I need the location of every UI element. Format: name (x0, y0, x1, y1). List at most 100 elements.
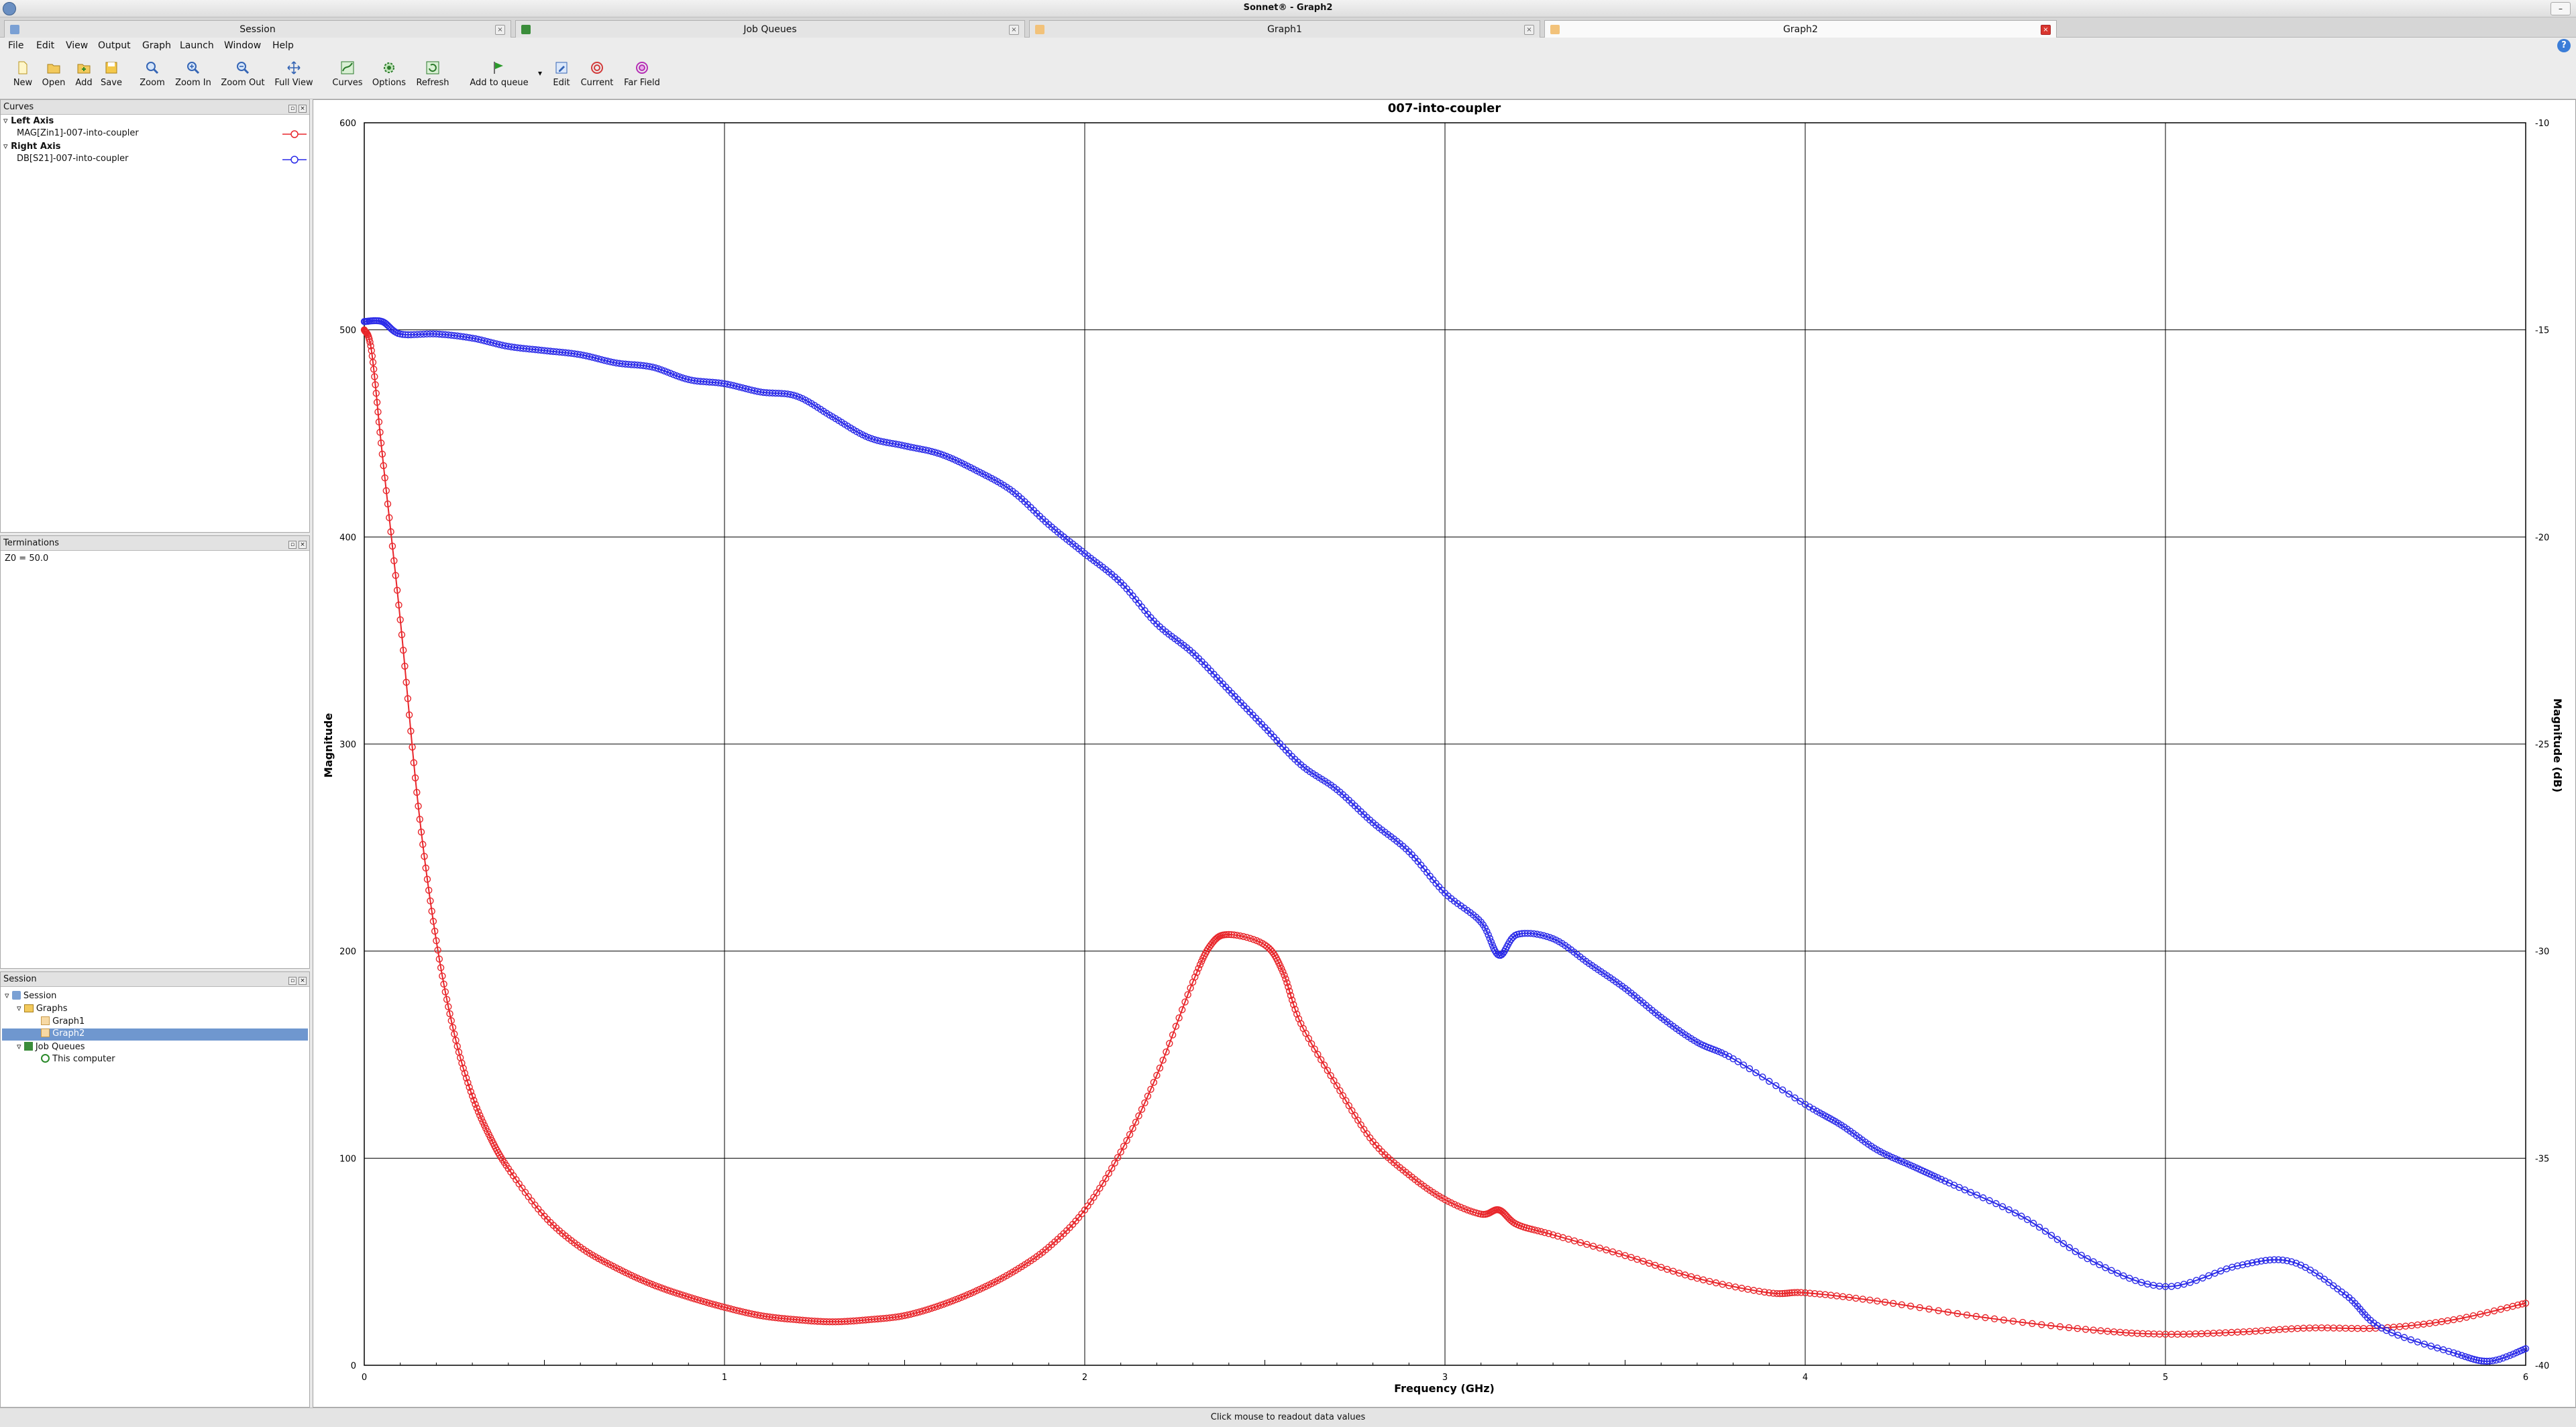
options-button[interactable]: Options (370, 60, 408, 98)
session-icon (11, 991, 21, 1000)
x-tick-label: 0 (362, 1373, 367, 1383)
status-bar: Click mouse to readout data values (0, 1408, 2576, 1427)
current-icon (591, 62, 603, 74)
y2-tick-label: -35 (2535, 1154, 2549, 1164)
menu-window[interactable]: Window (224, 40, 261, 51)
folder-icon (23, 1004, 34, 1012)
new-button[interactable]: New (9, 60, 36, 98)
open-folder-icon (47, 64, 60, 74)
add-to-queue-icon (494, 62, 503, 74)
refresh-button[interactable]: Refresh (413, 60, 452, 98)
check-circle-icon (41, 1054, 50, 1063)
x-axis-label: Frequency (GHz) (1394, 1382, 1495, 1395)
zoom-icon (146, 62, 159, 74)
curves-button[interactable]: Curves (330, 60, 365, 98)
status-text: Click mouse to readout data values (1210, 1412, 1366, 1422)
menu-help[interactable]: Help (272, 40, 294, 51)
chevron-down-icon: ▿ (5, 991, 9, 1001)
panel-header: Terminations ▫ × (1, 536, 309, 551)
y2-tick-label: -20 (2535, 533, 2549, 543)
tree-job-queues[interactable]: ▿ Job Queues (17, 1042, 85, 1052)
add-folder-icon (77, 64, 91, 74)
panel-title: Terminations (3, 538, 60, 548)
tree-graphs[interactable]: ▿ Graphs (17, 1004, 67, 1014)
menu-launch[interactable]: Launch (180, 40, 214, 51)
float-icon[interactable]: ▫ (288, 541, 297, 549)
close-icon[interactable]: × (299, 105, 307, 113)
close-icon[interactable]: × (1009, 25, 1019, 35)
toolbar: New Open Add Save Zoom Zoom In Zoom Out … (0, 54, 2576, 99)
y-tick-label: 600 (339, 119, 356, 129)
close-icon[interactable]: × (2041, 25, 2051, 35)
curve-item-left[interactable]: MAG[Zin1]-007-into-coupler (17, 128, 139, 138)
y-tick-label: 0 (351, 1361, 356, 1371)
far-field-button[interactable]: Far Field (621, 60, 663, 98)
menu-view[interactable]: View (66, 40, 88, 51)
right-curve-legend-icon (282, 156, 307, 164)
full-view-button[interactable]: Full View (272, 60, 315, 98)
y2-tick-label: -25 (2535, 740, 2549, 750)
tab-graph1[interactable]: Graph1 × (1029, 20, 1540, 38)
tree-graph2[interactable]: Graph2 (2, 1028, 308, 1041)
x-tick-label: 1 (722, 1373, 727, 1383)
y2-tick-label: -10 (2535, 119, 2549, 129)
menu-output[interactable]: Output (98, 40, 131, 51)
chart-title: 007-into-coupler (1388, 101, 1501, 115)
refresh-icon (426, 61, 439, 74)
tab-session[interactable]: Session × (4, 20, 511, 38)
close-icon[interactable]: × (1524, 25, 1534, 35)
tab-label: Job Queues (743, 24, 797, 35)
y-axis-label: Magnitude (322, 713, 335, 778)
x-tick-label: 4 (1803, 1373, 1808, 1383)
add-to-queue-button[interactable]: Add to queue (467, 60, 531, 98)
x-tick-label: 2 (1082, 1373, 1087, 1383)
close-icon[interactable]: × (299, 977, 307, 985)
x-tick-label: 6 (2523, 1373, 2528, 1383)
tab-label: Graph2 (1783, 24, 1818, 35)
chevron-down-icon: ▿ (17, 1004, 21, 1014)
edit-button[interactable]: Edit (549, 60, 574, 98)
window-titlebar: Sonnet® - Graph2 – (0, 0, 2576, 17)
add-button[interactable]: Add (71, 60, 97, 98)
close-icon[interactable]: × (495, 25, 505, 35)
tab-label: Session (239, 24, 276, 35)
chevron-down-icon: ▾ (537, 68, 543, 78)
full-view-icon (287, 61, 301, 74)
save-button[interactable]: Save (98, 60, 125, 98)
help-icon[interactable]: ? (2557, 39, 2571, 52)
window-minimize-button[interactable]: – (2551, 2, 2571, 15)
tree-session[interactable]: ▿ Session (5, 991, 56, 1001)
menu-graph[interactable]: Graph (142, 40, 171, 51)
zoom-button[interactable]: Zoom (137, 60, 168, 98)
tab-graph2[interactable]: Graph2 × (1544, 20, 2057, 38)
float-icon[interactable]: ▫ (288, 105, 297, 113)
open-button[interactable]: Open (39, 60, 68, 98)
tab-label: Graph1 (1267, 24, 1302, 35)
graph-plot-area[interactable]: 007-into-coupler Frequency (GHz) Magnitu… (313, 99, 2576, 1408)
y-tick-label: 400 (339, 533, 356, 543)
tree-graph1[interactable]: Graph1 (41, 1016, 85, 1026)
zoom-out-button[interactable]: Zoom Out (219, 60, 267, 98)
tree-left-axis[interactable]: ▿ Left Axis (3, 116, 54, 126)
zoom-in-button[interactable]: Zoom In (173, 60, 213, 98)
tab-job-queues[interactable]: Job Queues × (515, 20, 1025, 38)
y2-tick-label: -30 (2535, 947, 2549, 957)
tree-this-computer[interactable]: This computer (41, 1054, 115, 1064)
left-curve-legend-icon (282, 130, 307, 138)
panel-header: Curves ▫ × (1, 100, 309, 115)
tree-right-axis[interactable]: ▿ Right Axis (3, 142, 60, 152)
menu-edit[interactable]: Edit (36, 40, 54, 51)
job-queue-icon (23, 1042, 33, 1051)
window-title: Sonnet® - Graph2 (1243, 3, 1333, 13)
termination-value: Z0 = 50.0 (5, 553, 49, 564)
current-button[interactable]: Current (578, 60, 616, 98)
float-icon[interactable]: ▫ (288, 977, 297, 985)
response-chart[interactable]: 007-into-coupler Frequency (GHz) Magnitu… (313, 100, 2575, 1407)
save-icon (105, 62, 117, 74)
curve-item-right[interactable]: DB[S21]-007-into-coupler (17, 154, 128, 164)
menu-file[interactable]: File (8, 40, 23, 51)
close-icon[interactable]: × (299, 541, 307, 549)
y-tick-label: 100 (339, 1154, 356, 1164)
curves-panel: Curves ▫ × ▿ Left Axis MAG[Zin1]-007-into… (0, 99, 310, 533)
y-tick-label: 200 (339, 947, 356, 957)
